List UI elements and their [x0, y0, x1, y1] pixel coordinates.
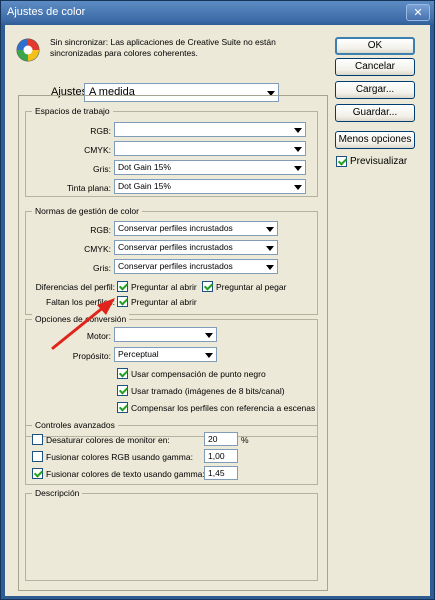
ws-cmyk-label: CMYK:: [84, 145, 111, 155]
policy-rgb-value: Conservar perfiles incrustados: [118, 223, 233, 233]
chevron-down-icon: [294, 146, 302, 152]
ok-button[interactable]: OK: [335, 37, 415, 55]
mismatch-ask-open-checkbox[interactable]: [117, 281, 128, 292]
blend-text-value: 1,45: [208, 468, 225, 478]
missing-profiles-label: Faltan los perfiles:: [46, 297, 115, 307]
ws-spot-select[interactable]: Dot Gain 15%: [114, 179, 306, 194]
ws-rgb-label: RGB:: [90, 126, 111, 136]
window-title: Ajustes de color: [7, 6, 86, 18]
preview-checkbox[interactable]: [336, 156, 347, 167]
policy-gray-value: Conservar perfiles incrustados: [118, 261, 233, 271]
preview-label: Previsualizar: [350, 156, 408, 167]
close-icon: ✕: [413, 7, 423, 19]
color-wheel-icon: [16, 38, 40, 62]
scene-referred-label: Compensar los perfiles con referencia a …: [131, 403, 316, 413]
dither-label: Usar tramado (imágenes de 8 bits/canal): [131, 386, 285, 396]
chevron-down-icon: [266, 245, 274, 251]
dither-checkbox[interactable]: [117, 385, 128, 396]
blend-rgb-label: Fusionar colores RGB usando gamma:: [46, 452, 193, 462]
chevron-down-icon: [205, 332, 213, 338]
blend-text-label: Fusionar colores de texto usando gamma:: [46, 469, 205, 479]
fewer-options-button[interactable]: Menos opciones: [335, 131, 415, 149]
blend-rgb-checkbox[interactable]: [32, 451, 43, 462]
close-button[interactable]: ✕: [406, 4, 430, 21]
engine-select[interactable]: [114, 327, 217, 342]
color-policies-legend: Normas de gestión de color: [32, 206, 142, 217]
desaturate-value: 20: [208, 434, 218, 444]
desaturate-checkbox[interactable]: [32, 434, 43, 445]
chevron-down-icon: [266, 264, 274, 270]
ws-rgb-select[interactable]: [114, 122, 306, 137]
chevron-down-icon: [294, 165, 302, 171]
ws-gray-value: Dot Gain 15%: [118, 162, 171, 172]
intent-value: Perceptual: [118, 349, 159, 359]
black-point-label: Usar compensación de punto negro: [131, 369, 266, 379]
policy-cmyk-value: Conservar perfiles incrustados: [118, 242, 233, 252]
ws-gray-select[interactable]: Dot Gain 15%: [114, 160, 306, 175]
ws-spot-value: Dot Gain 15%: [118, 181, 171, 191]
policy-rgb-label: RGB:: [90, 225, 111, 235]
mismatch-ask-open-label: Preguntar al abrir: [131, 282, 197, 292]
mismatch-ask-paste-label: Preguntar al pegar: [216, 282, 287, 292]
cancel-button[interactable]: Cancelar: [335, 58, 415, 76]
engine-label: Motor:: [86, 331, 111, 341]
ws-gray-label: Gris:: [93, 164, 111, 174]
sync-status-text: Sin sincronizar: Las aplicaciones de Cre…: [50, 37, 276, 58]
conversion-options-legend: Opciones de conversión: [32, 314, 130, 325]
intent-label: Propósito:: [72, 351, 111, 361]
ws-cmyk-select[interactable]: [114, 141, 306, 156]
blend-rgb-input[interactable]: 1,00: [204, 449, 238, 463]
policy-gray-label: Gris:: [93, 263, 111, 273]
blend-text-input[interactable]: 1,45: [204, 466, 238, 480]
dialog-window: Ajustes de color ✕ Sin sincronizar: Las …: [0, 0, 435, 600]
description-group: Descripción: [25, 488, 318, 581]
profile-mismatch-label: Diferencias del perfil:: [35, 282, 115, 292]
policy-cmyk-select[interactable]: Conservar perfiles incrustados: [114, 240, 278, 255]
description-legend: Descripción: [32, 488, 83, 499]
policy-rgb-select[interactable]: Conservar perfiles incrustados: [114, 221, 278, 236]
chevron-down-icon: [266, 226, 274, 232]
scene-referred-checkbox[interactable]: [117, 402, 128, 413]
missing-ask-open-checkbox[interactable]: [117, 296, 128, 307]
chevron-down-icon: [294, 184, 302, 190]
desaturate-input[interactable]: 20: [204, 432, 238, 446]
load-button[interactable]: Cargar...: [335, 81, 415, 99]
working-spaces-legend: Espacios de trabajo: [32, 106, 113, 117]
save-button[interactable]: Guardar...: [335, 104, 415, 122]
blend-rgb-value: 1,00: [208, 451, 225, 461]
intent-select[interactable]: Perceptual: [114, 347, 217, 362]
chevron-down-icon: [205, 352, 213, 358]
blend-text-checkbox[interactable]: [32, 468, 43, 479]
black-point-checkbox[interactable]: [117, 368, 128, 379]
missing-ask-open-label: Preguntar al abrir: [131, 297, 197, 307]
percent-unit: %: [241, 435, 249, 445]
advanced-controls-legend: Controles avanzados: [32, 420, 118, 431]
ws-spot-label: Tinta plana:: [66, 183, 111, 193]
dialog-body: Sin sincronizar: Las aplicaciones de Cre…: [5, 25, 430, 596]
policy-gray-select[interactable]: Conservar perfiles incrustados: [114, 259, 278, 274]
title-bar: Ajustes de color ✕: [1, 1, 434, 25]
policy-cmyk-label: CMYK:: [84, 244, 111, 254]
mismatch-ask-paste-checkbox[interactable]: [202, 281, 213, 292]
desaturate-label: Desaturar colores de monitor en:: [46, 435, 170, 445]
chevron-down-icon: [294, 127, 302, 133]
